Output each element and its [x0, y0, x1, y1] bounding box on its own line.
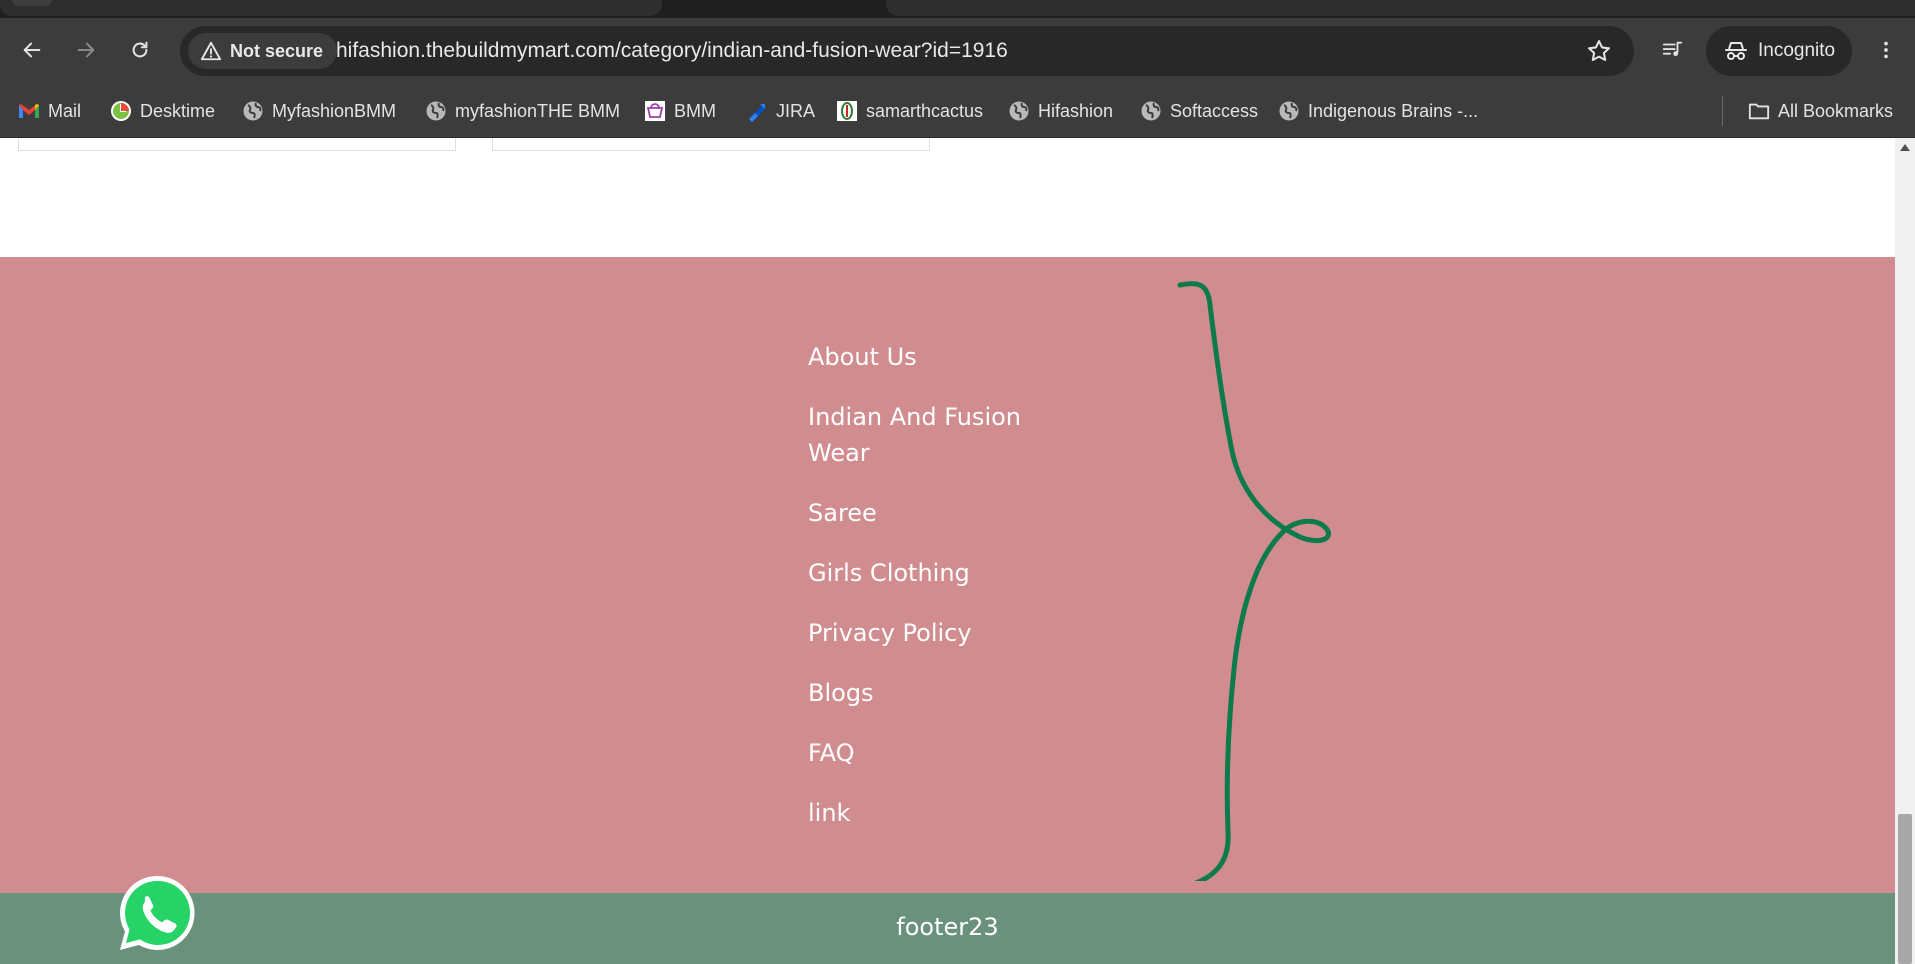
footer-bottom-bar: footer23 — [0, 893, 1895, 964]
bookmark-label: JIRA — [776, 100, 816, 121]
page-scrollbar[interactable] — [1895, 138, 1915, 964]
footer-link-girls-clothing[interactable]: Girls Clothing — [808, 555, 1048, 591]
bookmark-myfashionbmm[interactable]: MyfashionBMM — [242, 84, 396, 138]
jira-icon — [746, 100, 768, 122]
bookmark-label: samarthcactus — [866, 100, 984, 121]
all-bookmarks-label: All Bookmarks — [1778, 100, 1894, 121]
url-text[interactable]: hifashion.thebuildmymart.com/category/in… — [336, 26, 1008, 76]
reload-icon — [132, 41, 148, 58]
bookmark-label: Desktime — [140, 100, 216, 121]
address-bar[interactable]: Not secure hifashion.thebuildmymart.com/… — [180, 26, 1634, 76]
site-footer: About Us Indian And Fusion Wear Saree Gi… — [0, 257, 1895, 893]
reload-button[interactable] — [122, 32, 158, 68]
bookmark-myfashion-the-bmm[interactable]: myfashionTHE BMM — [425, 84, 620, 138]
globe-icon — [1008, 100, 1030, 122]
bookmark-star-icon[interactable] — [1586, 38, 1612, 64]
tab-strip — [0, 0, 1915, 18]
globe-icon — [242, 100, 264, 122]
arrow-left-icon — [23, 42, 41, 58]
bookmark-hifashion[interactable]: Hifashion — [1008, 84, 1113, 138]
footer-link-saree[interactable]: Saree — [808, 495, 1048, 531]
folder-icon — [1748, 100, 1770, 122]
product-card[interactable] — [492, 138, 930, 151]
gmail-icon — [18, 100, 40, 122]
footer-link-about-us[interactable]: About Us — [808, 339, 1048, 375]
bookmark-label: BMM — [674, 100, 716, 121]
forward-button[interactable] — [68, 32, 104, 68]
bookmarks-divider — [1722, 96, 1723, 126]
media-controls-button[interactable] — [1654, 32, 1690, 68]
back-button[interactable] — [14, 32, 50, 68]
browser-toolbar: Not secure hifashion.thebuildmymart.com/… — [0, 18, 1915, 84]
bookmark-label: Indigenous Brains -... — [1308, 100, 1479, 121]
desktime-icon — [110, 100, 132, 122]
bookmark-bmm[interactable]: BMM — [644, 84, 716, 138]
footer-link-faq[interactable]: FAQ — [808, 735, 1048, 771]
bookmark-jira[interactable]: JIRA — [746, 84, 815, 138]
incognito-label: Incognito — [1758, 40, 1836, 61]
footer-link-privacy-policy[interactable]: Privacy Policy — [808, 615, 1048, 651]
browser-tab[interactable] — [886, 0, 1915, 16]
footer-link-link[interactable]: link — [808, 795, 1048, 831]
browser-tab[interactable] — [0, 0, 662, 16]
globe-icon — [425, 100, 447, 122]
annotation-brace — [1177, 281, 1331, 881]
bookmark-mail[interactable]: Mail — [18, 84, 81, 138]
product-card[interactable] — [18, 138, 456, 151]
bookmark-indigenous-brains[interactable]: Indigenous Brains -... — [1278, 84, 1478, 138]
cactus-icon — [836, 100, 858, 122]
bmm-icon — [644, 100, 666, 122]
bookmark-label: myfashionTHE BMM — [455, 100, 621, 121]
security-label: Not secure — [230, 40, 324, 61]
bookmark-label: MyfashionBMM — [272, 100, 397, 121]
incognito-icon — [1725, 42, 1747, 60]
globe-icon — [1278, 100, 1300, 122]
security-chip[interactable]: Not secure — [188, 33, 338, 69]
media-queue-icon — [1662, 41, 1683, 57]
footer-links: About Us Indian And Fusion Wear Saree Gi… — [808, 339, 1048, 855]
bookmark-label: Softaccess — [1170, 100, 1259, 121]
bookmark-label: Mail — [48, 100, 82, 121]
bookmark-softaccess[interactable]: Softaccess — [1140, 84, 1258, 138]
footer-link-indian-and-fusion-wear[interactable]: Indian And Fusion Wear — [808, 399, 1048, 471]
page-content: About Us Indian And Fusion Wear Saree Gi… — [0, 138, 1895, 964]
incognito-badge[interactable]: Incognito — [1706, 26, 1852, 76]
footer-copyright: footer23 — [896, 913, 999, 941]
whatsapp-icon[interactable] — [116, 872, 198, 954]
bookmarks-bar: Mail Desktime MyfashionBMM myfashionTHE … — [0, 84, 1915, 138]
footer-link-blogs[interactable]: Blogs — [808, 675, 1048, 711]
bookmark-desktime[interactable]: Desktime — [110, 84, 215, 138]
bookmark-label: Hifashion — [1038, 100, 1114, 121]
bookmark-samarthcactus[interactable]: samarthcactus — [836, 84, 983, 138]
tab-favicon-stub — [12, 0, 52, 6]
globe-icon — [1140, 100, 1162, 122]
scrollbar-thumb[interactable] — [1898, 814, 1912, 964]
browser-menu-button[interactable] — [1868, 32, 1904, 68]
warning-icon — [200, 41, 222, 61]
more-vertical-icon — [1884, 41, 1888, 59]
scroll-up-arrow-icon[interactable] — [1900, 144, 1910, 151]
all-bookmarks-button[interactable]: All Bookmarks — [1748, 84, 1893, 138]
arrow-right-icon — [77, 42, 95, 58]
